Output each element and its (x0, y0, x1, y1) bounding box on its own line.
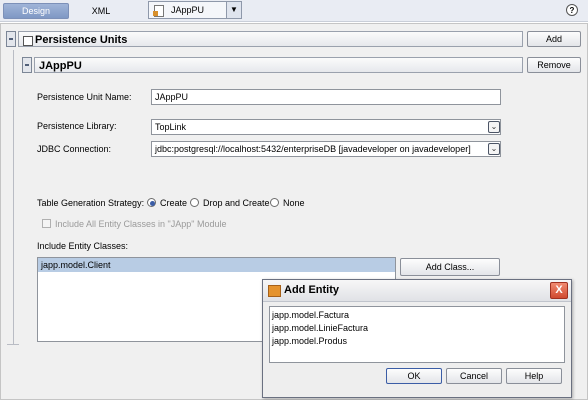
list-item[interactable]: japp.model.LinieFactura (272, 323, 368, 333)
chevron-down-icon[interactable]: ⌄ (488, 143, 500, 155)
close-icon[interactable]: X (550, 282, 568, 299)
section-collapse-icon[interactable] (6, 31, 16, 47)
persistence-units-title: Persistence Units (35, 34, 128, 46)
add-class-button[interactable]: Add Class... (400, 258, 500, 276)
tab-design[interactable]: Design (3, 3, 69, 19)
help-button[interactable]: Help (506, 368, 562, 384)
tab-xml[interactable]: XML (84, 3, 118, 19)
include-classes-label: Include Entity Classes: (37, 241, 129, 251)
radio-none-label: None (283, 198, 305, 208)
unit-title: JAppPU (39, 60, 82, 72)
jdbc-label: JDBC Connection: (37, 144, 112, 154)
chevron-down-icon[interactable]: ⌄ (488, 121, 500, 133)
radio-drop-and-create[interactable] (190, 198, 199, 207)
radio-none[interactable] (270, 198, 279, 207)
entity-list[interactable]: japp.model.Factura japp.model.LinieFactu… (269, 306, 565, 363)
add-entity-dialog: Add Entity X japp.model.Factura japp.mod… (262, 279, 572, 398)
include-all-label: Include All Entity Classes in "JApp" Mod… (55, 219, 227, 229)
persistence-units-header: Persistence Units (18, 31, 523, 47)
dialog-title-bar[interactable]: Add Entity (263, 280, 571, 302)
add-unit-button[interactable]: Add (527, 31, 581, 47)
include-all-checkbox[interactable] (42, 219, 51, 228)
unit-header: JAppPU (34, 57, 523, 73)
list-item[interactable]: japp.model.Produs (272, 336, 347, 346)
file-combo-label: JAppPU (171, 5, 205, 15)
radio-drop-and-create-label: Drop and Create (203, 198, 270, 208)
entity-icon (268, 285, 281, 297)
persistence-file-icon (153, 5, 164, 17)
unit-collapse-icon[interactable] (22, 57, 32, 73)
list-item[interactable]: japp.model.Factura (272, 310, 349, 320)
list-item[interactable]: japp.model.Client (38, 258, 395, 272)
chevron-down-icon[interactable]: ▼ (226, 2, 241, 18)
cancel-button[interactable]: Cancel (446, 368, 502, 384)
section-square-icon (23, 36, 33, 46)
unit-name-label: Persistence Unit Name: (37, 92, 132, 102)
tree-line (13, 50, 14, 345)
radio-create[interactable] (147, 198, 156, 207)
remove-unit-button[interactable]: Remove (527, 57, 581, 73)
help-icon[interactable]: ? (566, 4, 578, 16)
radio-create-label: Create (160, 198, 188, 208)
unit-name-field[interactable]: JAppPU (151, 89, 501, 105)
strategy-label: Table Generation Strategy: (37, 198, 145, 208)
dialog-title: Add Entity (284, 284, 339, 296)
list-item-label: japp.model.Client (41, 260, 111, 270)
file-combo[interactable]: JAppPU ▼ (148, 1, 242, 19)
library-select[interactable]: TopLink (151, 119, 501, 135)
library-label: Persistence Library: (37, 121, 117, 131)
ok-button[interactable]: OK (386, 368, 442, 384)
tree-line-end (7, 344, 19, 345)
jdbc-select[interactable]: jdbc:postgresql://localhost:5432/enterpr… (151, 141, 501, 157)
